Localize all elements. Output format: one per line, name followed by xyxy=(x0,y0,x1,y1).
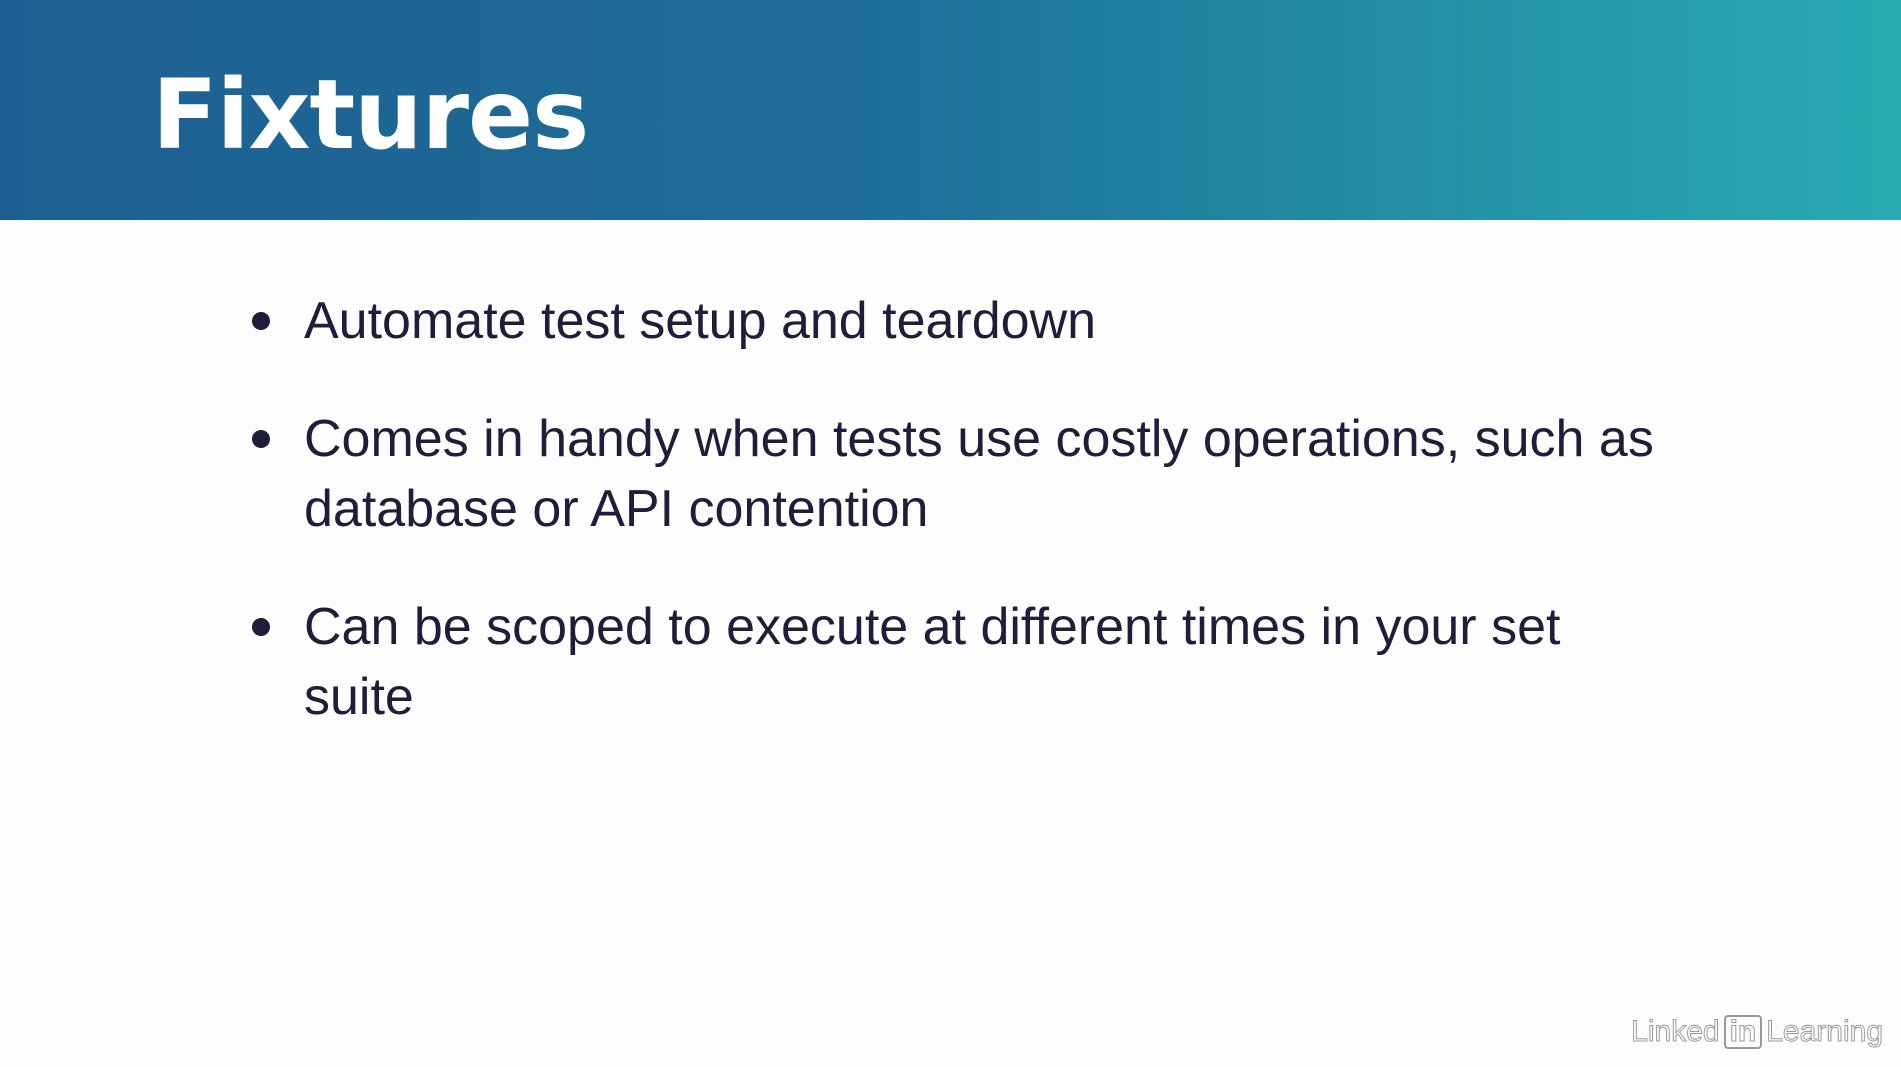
bullet-item: Automate test setup and teardown xyxy=(250,286,1770,356)
bullet-text: Comes in handy when tests use costly ope… xyxy=(304,410,1654,538)
bullet-dot-icon xyxy=(252,312,270,330)
slide: Fixtures Automate test setup and teardow… xyxy=(0,0,1901,1067)
slide-title: Fixtures xyxy=(152,59,589,171)
bullet-dot-icon xyxy=(252,430,270,448)
bullet-text: Can be scoped to execute at different ti… xyxy=(304,598,1561,726)
bullet-item: Can be scoped to execute at different ti… xyxy=(250,592,1770,732)
bullet-text: Automate test setup and teardown xyxy=(304,292,1097,350)
watermark-linked: Linked xyxy=(1631,1015,1720,1049)
slide-header: Fixtures xyxy=(0,0,1901,220)
bullet-dot-icon xyxy=(252,618,270,636)
linkedin-learning-watermark: Linked in Learning xyxy=(1631,1015,1883,1049)
bullet-list: Automate test setup and teardown Comes i… xyxy=(250,286,1770,780)
watermark-learning: Learning xyxy=(1766,1015,1884,1049)
bullet-item: Comes in handy when tests use costly ope… xyxy=(250,404,1770,544)
watermark-in-logo: in xyxy=(1723,1015,1763,1049)
